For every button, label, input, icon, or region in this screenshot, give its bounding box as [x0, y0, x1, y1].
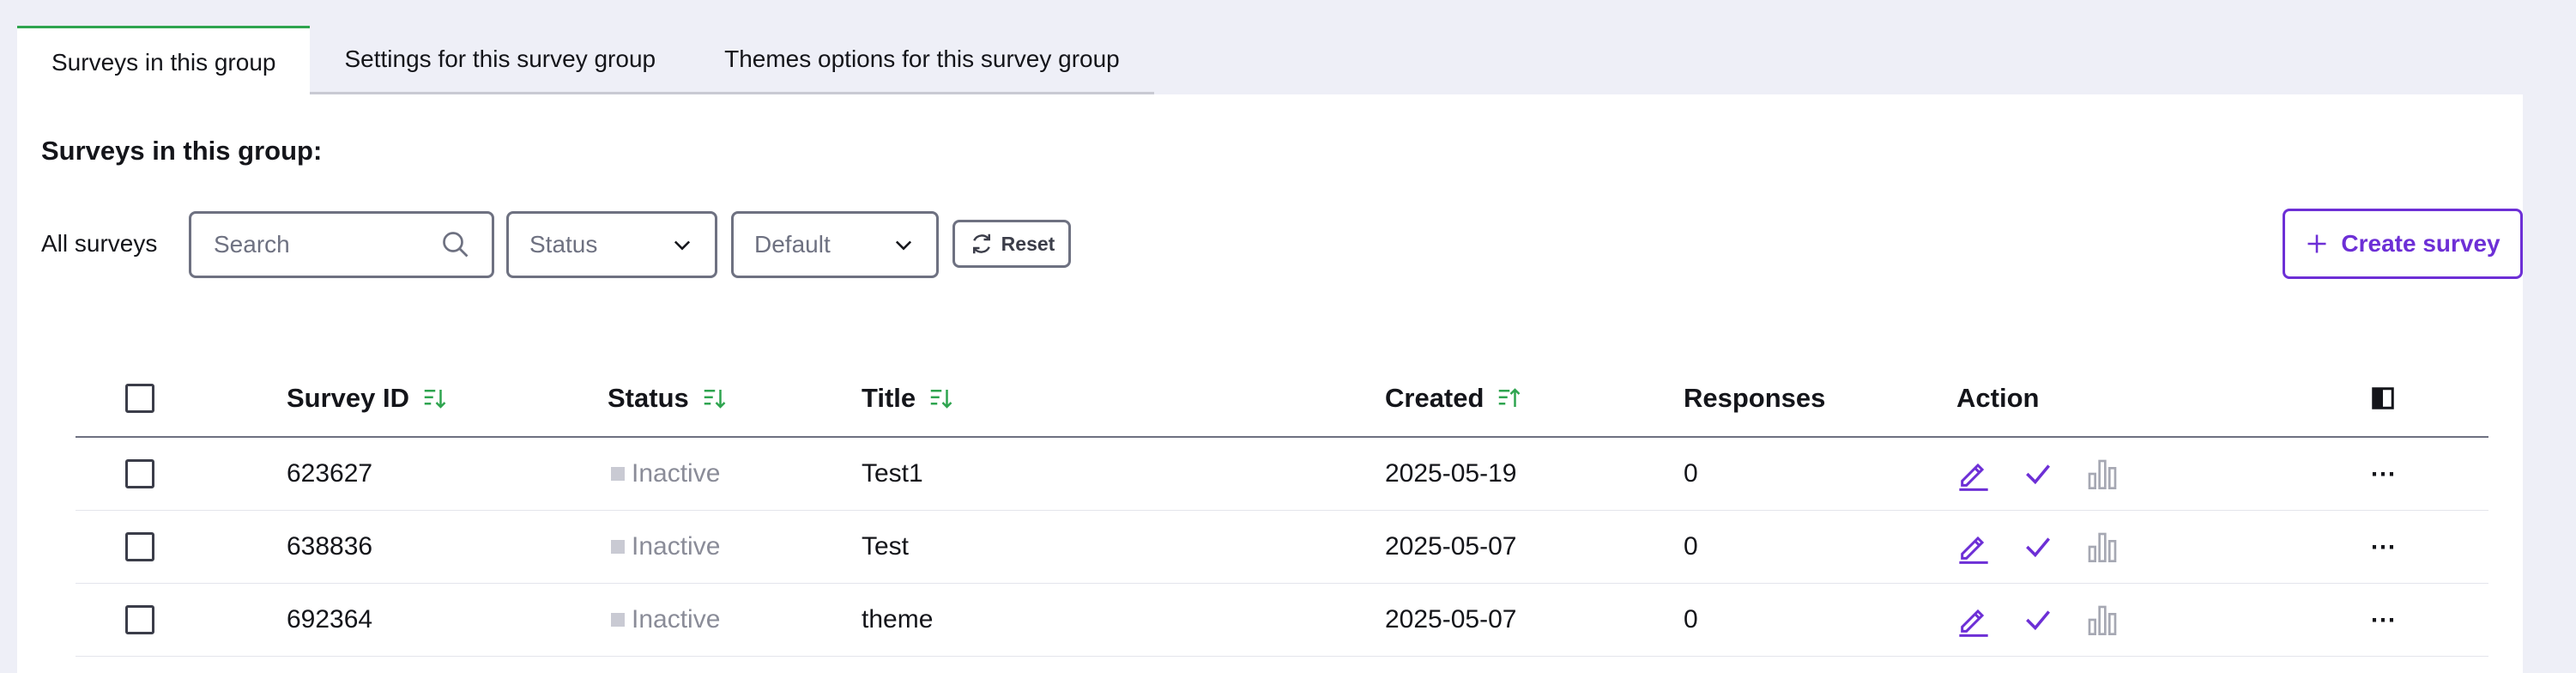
sort-icon[interactable] [928, 385, 953, 411]
column-header-action: Action [1956, 383, 2040, 413]
pencil-icon[interactable] [1956, 603, 1991, 637]
sort-icon[interactable] [701, 385, 727, 411]
column-header-survey-id[interactable]: Survey ID [287, 361, 447, 436]
survey-title[interactable]: theme [862, 584, 933, 656]
status-indicator [611, 467, 625, 481]
column-header-created[interactable]: Created [1385, 361, 1521, 436]
row-actions [1956, 438, 2119, 510]
tab-themes[interactable]: Themes options for this survey group [690, 26, 1154, 94]
status-text: Inactive [632, 459, 721, 488]
surveys-panel: Surveys in this group: All surveys Statu… [17, 94, 2523, 673]
check-icon[interactable] [2022, 458, 2054, 490]
row-checkbox[interactable] [125, 532, 154, 561]
tab-surveys[interactable]: Surveys in this group [17, 26, 311, 96]
sort-icon[interactable] [1496, 385, 1521, 411]
row-actions [1956, 511, 2119, 583]
reset-button[interactable]: Reset [952, 220, 1071, 268]
sort-select-value: Default [754, 231, 831, 258]
status-select[interactable]: Status [506, 211, 717, 278]
section-title: Surveys in this group: [41, 136, 323, 166]
status-cell: Inactive [611, 511, 720, 583]
status-cell: Inactive [611, 584, 720, 656]
sort-select[interactable]: Default [731, 211, 939, 278]
search-icon[interactable] [440, 229, 471, 260]
tab-settings[interactable]: Settings for this survey group [310, 26, 691, 94]
bar-chart-icon[interactable] [2085, 603, 2119, 637]
survey-title[interactable]: Test [862, 511, 909, 583]
column-header-responses: Responses [1684, 383, 1826, 413]
refresh-icon [972, 233, 990, 254]
row-actions [1956, 584, 2119, 656]
status-cell: Inactive [611, 438, 720, 510]
responses-count: 0 [1684, 459, 1698, 488]
survey-id[interactable]: 638836 [287, 511, 372, 583]
column-toggle-icon[interactable] [2370, 385, 2396, 411]
table-row[interactable]: 692364 Inactive theme 2025-05-07 0 ⋯ [76, 584, 2488, 657]
survey-title[interactable]: Test1 [862, 438, 923, 510]
select-all-checkbox[interactable] [125, 384, 154, 413]
status-text: Inactive [632, 532, 721, 561]
table-header: Survey ID Status Title Created Responses… [76, 361, 2488, 438]
create-survey-label: Create survey [2341, 230, 2500, 257]
surveys-table: Survey ID Status Title Created Responses… [76, 361, 2488, 657]
status-select-value: Status [529, 231, 598, 258]
survey-id[interactable]: 692364 [287, 584, 372, 656]
search-input[interactable] [212, 230, 438, 259]
pencil-icon[interactable] [1956, 457, 1991, 491]
check-icon[interactable] [2022, 531, 2054, 563]
table-row[interactable]: 638836 Inactive Test 2025-05-07 0 ⋯ [76, 511, 2488, 584]
more-icon[interactable]: ⋯ [2370, 511, 2397, 583]
pencil-icon[interactable] [1956, 530, 1991, 564]
column-header-title[interactable]: Title [862, 361, 953, 436]
chevron-down-icon [895, 240, 912, 251]
responses-count: 0 [1684, 532, 1698, 561]
check-icon[interactable] [2022, 603, 2054, 636]
created-date: 2025-05-19 [1385, 459, 1517, 488]
survey-id[interactable]: 623627 [287, 438, 372, 510]
bar-chart-icon[interactable] [2085, 457, 2119, 491]
filter-label: All surveys [41, 230, 158, 257]
more-icon[interactable]: ⋯ [2370, 584, 2397, 656]
chevron-down-icon [674, 240, 691, 251]
row-checkbox[interactable] [125, 459, 154, 488]
plus-icon [2307, 234, 2326, 253]
status-indicator [611, 613, 625, 627]
sort-icon[interactable] [421, 385, 447, 411]
column-header-status[interactable]: Status [608, 361, 727, 436]
reset-label: Reset [1001, 232, 1055, 255]
responses-count: 0 [1684, 605, 1698, 634]
bar-chart-icon[interactable] [2085, 530, 2119, 564]
tab-bar: Surveys in this group Settings for this … [17, 26, 1154, 96]
row-checkbox[interactable] [125, 605, 154, 634]
table-row[interactable]: 623627 Inactive Test1 2025-05-19 0 ⋯ [76, 438, 2488, 511]
create-survey-button[interactable]: Create survey [2283, 209, 2523, 279]
created-date: 2025-05-07 [1385, 532, 1517, 561]
more-icon[interactable]: ⋯ [2370, 438, 2397, 510]
status-text: Inactive [632, 605, 721, 634]
search-field [189, 211, 494, 278]
status-indicator [611, 540, 625, 554]
created-date: 2025-05-07 [1385, 605, 1517, 634]
